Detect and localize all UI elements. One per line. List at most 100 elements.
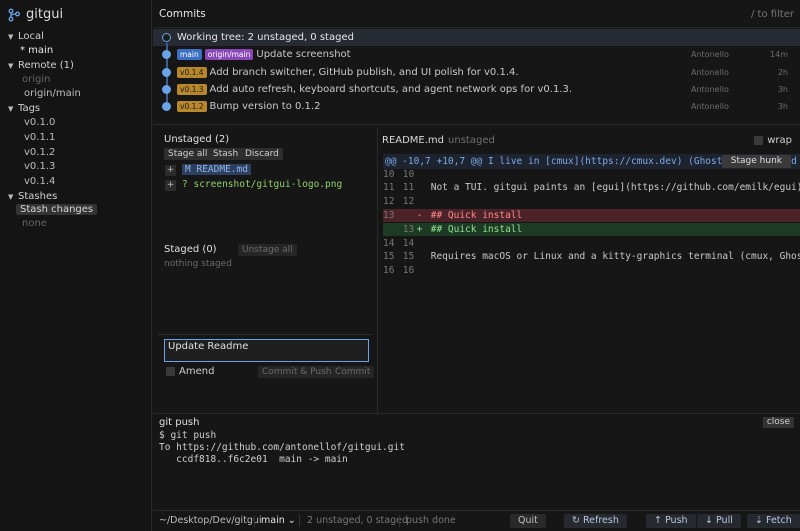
commit-author: Antonello (691, 68, 729, 77)
amend-checkbox[interactable] (166, 367, 175, 376)
working-tree-row[interactable]: Working tree: 2 unstaged, 0 staged (153, 29, 800, 46)
file-path: screenshot/gitgui-logo.png (193, 179, 343, 190)
sidebar-remote-branch[interactable]: origin/main (24, 87, 81, 101)
diff-line: 10 10 (383, 169, 415, 180)
tag-badge: v0.1.4 (177, 67, 207, 78)
diff-line-added: 13 + ## Quick install (383, 223, 800, 236)
diff-header: README.md unstaged (382, 135, 495, 146)
sidebar: gitgui ▼ Local * main ▼ Remote (1) origin … (0, 0, 152, 531)
commit-push-button[interactable]: Commit & Push (258, 366, 336, 378)
caret-down-icon: ▼ (8, 105, 14, 113)
commit-time: 14m (770, 50, 788, 59)
sidebar-tag[interactable]: v0.1.4 (24, 175, 55, 189)
fetch-icon: ⇣ (755, 515, 763, 526)
amend-toggle[interactable]: Amend (166, 366, 214, 377)
diff-line: 15 15 Requires macOS or Linux and a kitt… (383, 251, 800, 262)
commit-row[interactable]: v0.1.3 Add auto refresh, keyboard shortc… (153, 81, 800, 98)
commit-time: 3h (777, 85, 788, 94)
wrap-toggle[interactable]: wrap (754, 135, 792, 146)
commits-header: Commits / to filter (153, 0, 800, 28)
refresh-icon: ↻ (572, 515, 580, 526)
sidebar-tag[interactable]: v0.1.2 (24, 146, 55, 160)
git-output-panel: git push close $ git push To https://git… (153, 413, 800, 510)
unstage-all-button[interactable]: Unstage all (238, 244, 297, 256)
commit-time: 2h (777, 68, 788, 77)
close-output-button[interactable]: close (762, 417, 794, 428)
tag-badge: v0.1.2 (177, 101, 207, 112)
commit-message: Bump version to 0.1.2 (209, 101, 321, 112)
stage-file-icon[interactable]: + (165, 180, 176, 191)
git-branch-icon (8, 8, 20, 21)
commit-row[interactable]: v0.1.2 Bump version to 0.1.2 Antonello 3… (153, 98, 800, 115)
stage-hunk-button[interactable]: Stage hunk (721, 155, 791, 168)
sidebar-tag[interactable]: v0.1.1 (24, 131, 55, 145)
working-tree-node-icon (162, 33, 171, 42)
sidebar-tag[interactable]: v0.1.3 (24, 160, 55, 174)
commit-message: Add auto refresh, keyboard shortcuts, an… (209, 84, 573, 95)
commit-time: 3h (777, 102, 788, 111)
caret-down-icon: ▼ (8, 193, 14, 201)
sidebar-section-tags[interactable]: ▼ Tags (8, 102, 40, 116)
quit-button[interactable]: Quit (510, 514, 546, 528)
branch-switcher[interactable]: main ⌄ (261, 515, 296, 526)
log-line: ccdf818..f6c2e01 main -> main (159, 454, 348, 465)
caret-down-icon: ▼ (8, 33, 14, 41)
divider (158, 334, 372, 335)
git-output-title: git push (159, 417, 200, 428)
commit-author: Antonello (691, 102, 729, 111)
status-message: push done (406, 515, 456, 526)
push-button[interactable]: ↑ Push (646, 514, 696, 528)
amend-label: Amend (179, 366, 215, 377)
sidebar-section-local[interactable]: ▼ Local (8, 30, 44, 44)
arrow-up-icon: ↑ (654, 515, 662, 526)
sidebar-section-remote[interactable]: ▼ Remote (1) (8, 59, 74, 73)
commit-button[interactable]: Commit (331, 366, 375, 378)
sidebar-tag[interactable]: v0.1.0 (24, 116, 55, 130)
commit-node-icon (162, 68, 171, 77)
tag-badge: v0.1.3 (177, 84, 207, 95)
unstaged-file-row[interactable]: + M README.md (165, 163, 251, 176)
fetch-button[interactable]: ⇣ Fetch (747, 514, 800, 528)
status-summary: 2 unstaged, 0 staged (307, 515, 409, 526)
divider (399, 515, 400, 527)
discard-button[interactable]: Discard (241, 148, 283, 160)
stash-changes-button[interactable]: Stash changes (16, 204, 98, 215)
refresh-button[interactable]: ↻ Refresh (564, 514, 627, 528)
sidebar-branch-main[interactable]: * main (20, 44, 53, 58)
diff-file-name: README.md (382, 135, 445, 146)
sidebar-section-stashes[interactable]: ▼ Stashes (8, 190, 57, 204)
diff-panel: README.md unstaged wrap @@ -10,7 +10,7 @@… (377, 128, 800, 413)
diff-line-removed: 13 - ## Quick install (383, 209, 800, 222)
stash-button[interactable]: Stash (209, 148, 243, 160)
stash-empty-label: none (22, 218, 47, 229)
app-title: gitgui (8, 7, 63, 22)
log-line: $ git push (159, 430, 217, 441)
commit-node-icon (162, 50, 171, 59)
pull-button[interactable]: ↓ Pull (697, 514, 741, 528)
commit-filter-input[interactable]: / to filter (751, 9, 794, 20)
commit-message: Update screenshot (256, 49, 351, 60)
sidebar-remote-origin: origin (22, 74, 51, 85)
commit-node-icon (162, 85, 171, 94)
wrap-label: wrap (767, 135, 792, 146)
commit-message-input[interactable]: Update Readme (164, 339, 369, 362)
unstaged-file-row[interactable]: +? screenshot/gitgui-logo.png (165, 178, 342, 191)
stage-file-icon[interactable]: + (165, 165, 176, 176)
commit-row[interactable]: v0.1.4 Add branch switcher, GitHub publi… (153, 64, 800, 81)
chevron-down-icon: ⌄ (287, 515, 296, 526)
wrap-checkbox[interactable] (754, 136, 764, 145)
commit-row[interactable]: main origin/main Update screenshot Anton… (153, 46, 800, 63)
branch-badge: main (177, 49, 202, 60)
stage-all-button[interactable]: Stage all (164, 148, 212, 160)
divider (254, 515, 255, 527)
hunk-header: @@ -10,7 +10,7 @@ I live in [cmux](https… (383, 154, 800, 169)
app-name: gitgui (26, 7, 64, 22)
caret-down-icon: ▼ (8, 62, 14, 70)
unstaged-title: Unstaged (2) (164, 134, 230, 145)
log-line: To https://github.com/antonellof/gitgui.… (159, 442, 405, 453)
commit-message: Add branch switcher, GitHub publish, and… (209, 67, 519, 78)
diff-state: unstaged (448, 135, 495, 146)
diff-line: 16 16 (383, 265, 415, 276)
status-bar: ~/Desktop/Dev/gitgui main ⌄ 2 unstaged, … (153, 510, 800, 531)
staged-title: Staged (0) (164, 244, 217, 255)
